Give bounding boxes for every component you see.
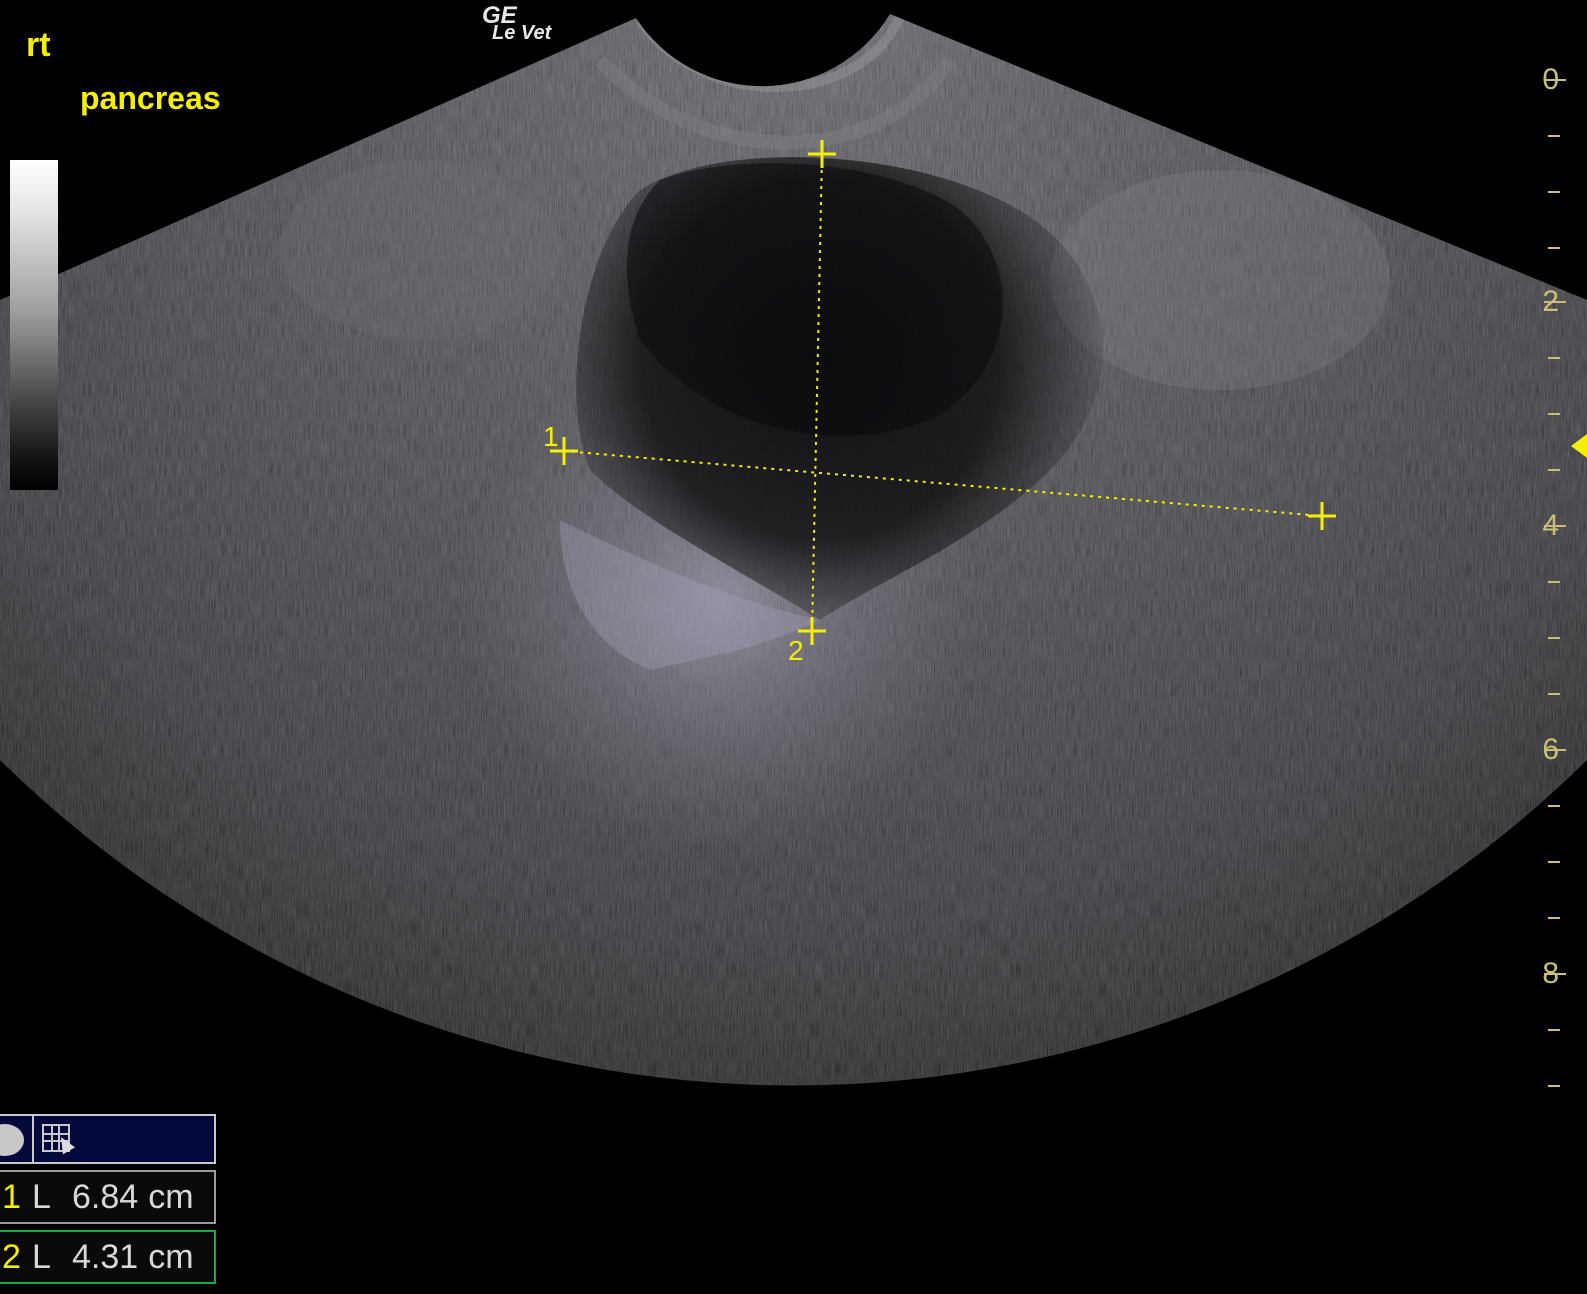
measurement-value: 4.31 (72, 1237, 139, 1276)
depth-label-2: 2 (1542, 285, 1559, 318)
measurement-panel: 1 L 6.84 cm 2 L 4.31 cm (0, 1114, 216, 1284)
grayscale-bar (10, 160, 58, 490)
measurement-toolbar (0, 1114, 216, 1164)
ultrasound-image: 1 2 (0, 14, 1587, 1087)
caliper-index-1: 1 (543, 421, 559, 452)
side-label: rt (26, 26, 51, 64)
depth-label-6: 6 (1542, 733, 1559, 766)
depth-label-0: 0 (1542, 63, 1559, 96)
measurement-unit: cm (148, 1237, 194, 1276)
caliper-index-2: 2 (788, 635, 804, 666)
brand-model-text: Le Vet (492, 22, 552, 45)
measurement-type: L (32, 1237, 51, 1276)
measurement-index: 2 (2, 1237, 21, 1276)
measurement-row-2[interactable]: 2 L 4.31 cm (0, 1230, 216, 1284)
measurement-value: 6.84 (72, 1177, 139, 1216)
measurement-unit: cm (148, 1177, 194, 1216)
organ-label: pancreas (80, 80, 221, 116)
depth-label-8: 8 (1542, 957, 1559, 990)
record-icon[interactable] (0, 1124, 24, 1156)
toolbar-divider (32, 1116, 34, 1162)
measurement-index: 1 (2, 1177, 21, 1216)
measurement-row-1[interactable]: 1 L 6.84 cm (0, 1170, 216, 1224)
measurement-type: L (32, 1177, 51, 1216)
depth-label-4: 4 (1542, 509, 1559, 542)
brand-logo: GE Le Vet (482, 3, 552, 45)
